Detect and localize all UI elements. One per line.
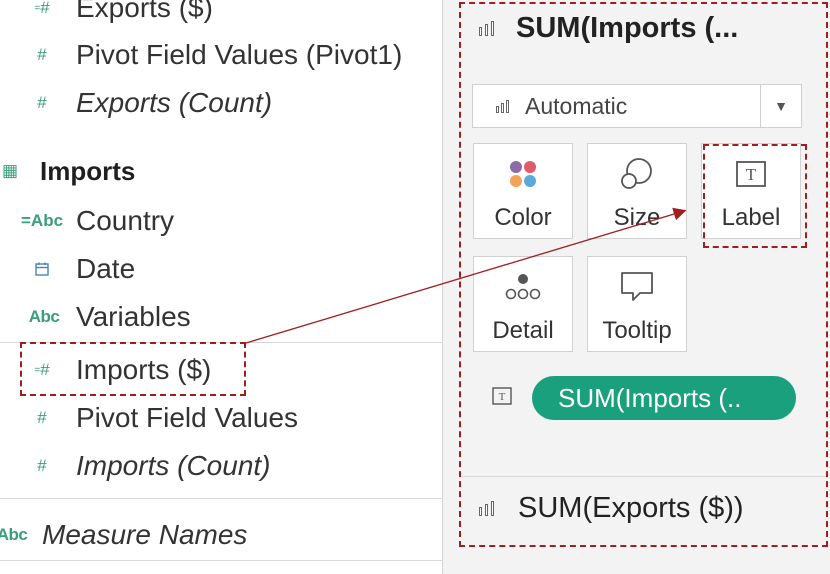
highlight-marks-card xyxy=(459,2,828,547)
measure-names-separator xyxy=(0,498,442,499)
number-icon: # xyxy=(37,93,47,112)
table-imports[interactable]: ▦ Imports xyxy=(0,151,135,191)
number-icon: # xyxy=(37,45,47,64)
measure-number-icon: = # xyxy=(34,0,50,17)
field-exports-dollars[interactable]: = # Exports ($) xyxy=(28,0,213,28)
string-icon: Abc xyxy=(28,307,60,326)
data-pane: = # Exports ($) # Pivot Field Values (Piv… xyxy=(0,0,442,574)
string-icon: Abc xyxy=(0,525,28,544)
field-variables[interactable]: Abc Variables xyxy=(28,297,191,337)
number-icon: # xyxy=(37,456,47,475)
highlight-imports-dollars xyxy=(20,342,246,396)
table-icon: ▦ xyxy=(1,161,19,180)
number-icon: # xyxy=(37,408,47,427)
field-pivot-field-values-pivot1[interactable]: # Pivot Field Values (Pivot1) xyxy=(28,35,402,75)
field-country[interactable]: =Abc Country xyxy=(20,201,174,241)
field-imports-count[interactable]: # Imports (Count) xyxy=(28,446,270,486)
highlight-label-button xyxy=(703,144,807,248)
field-pivot-field-values[interactable]: # Pivot Field Values xyxy=(28,398,298,438)
field-measure-names[interactable]: Abc Measure Names xyxy=(0,515,247,555)
geo-string-icon: =Abc xyxy=(20,211,64,230)
calendar-icon xyxy=(28,262,56,276)
bottom-separator xyxy=(0,560,442,561)
field-date[interactable]: Date xyxy=(28,249,135,289)
field-exports-count[interactable]: # Exports (Count) xyxy=(28,83,272,123)
